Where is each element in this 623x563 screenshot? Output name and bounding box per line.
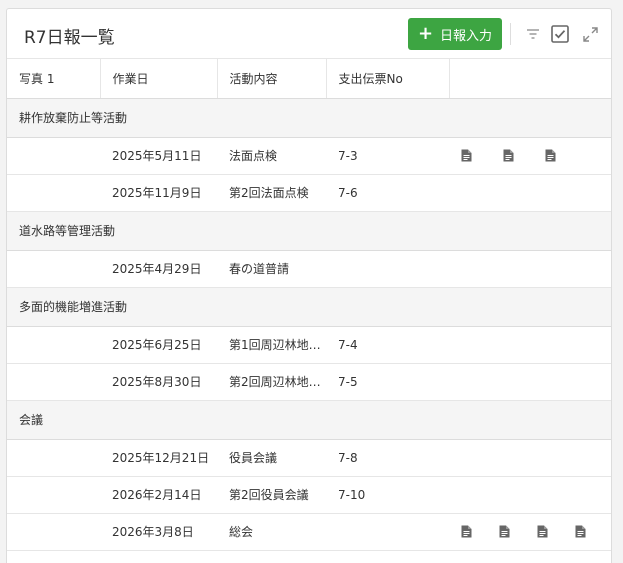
date-cell: 2026年3月8日 [100, 513, 217, 551]
activity-cell: 第2回周辺林地… [217, 363, 326, 401]
date-cell: 2025年4月29日 [100, 250, 217, 288]
document-icon[interactable] [537, 525, 575, 539]
group-label: 耕作放棄防止等活動 [7, 97, 611, 138]
document-icon[interactable] [503, 149, 545, 163]
activity-cell: 第2回法面点検 [217, 174, 326, 212]
voucher-cell: 7-8 [326, 439, 449, 477]
attachment-icons [461, 525, 611, 539]
expand-icon[interactable] [580, 24, 600, 44]
column-header-photo[interactable]: 写真 1 [7, 59, 101, 99]
group-row[interactable]: 道水路等管理活動 [7, 210, 611, 251]
attachments-cell [449, 326, 611, 364]
voucher-cell: 7-6 [326, 174, 449, 212]
document-icon[interactable] [461, 149, 503, 163]
group-row[interactable]: 耕作放棄防止等活動 [7, 97, 611, 138]
attachment-icons [461, 149, 611, 163]
column-header-attachments [449, 59, 611, 99]
voucher-cell [326, 250, 449, 288]
document-icon[interactable] [499, 525, 537, 539]
column-header-activity[interactable]: 活動内容 [217, 59, 327, 99]
activity-cell: 第2回役員会議 [217, 476, 326, 514]
card-header: R7日報一覧 + 日報入力 [7, 9, 611, 59]
table-header-row: 写真 1 作業日 活動内容 支出伝票No [7, 59, 611, 99]
toolbar-divider [510, 23, 511, 45]
attachments-cell [449, 476, 611, 514]
photo-cell [7, 439, 100, 477]
date-cell: 2025年12月21日 [100, 439, 217, 477]
voucher-cell: 7-10 [326, 476, 449, 514]
table-row[interactable]: 2026年3月8日 総会 [7, 513, 611, 551]
voucher-cell: 7-3 [326, 137, 449, 175]
photo-cell [7, 137, 100, 175]
voucher-cell: 7-5 [326, 363, 449, 401]
document-icon[interactable] [575, 525, 611, 539]
table-row[interactable]: 2025年6月25日 第1回周辺林地… 7-4 [7, 326, 611, 364]
photo-cell [7, 250, 100, 288]
date-cell: 2025年5月11日 [100, 137, 217, 175]
date-cell: 2025年8月30日 [100, 363, 217, 401]
voucher-cell: 7-4 [326, 326, 449, 364]
group-label: 道水路等管理活動 [7, 210, 611, 251]
document-icon[interactable] [461, 525, 499, 539]
voucher-cell [326, 513, 449, 551]
group-row[interactable]: 多面的機能増進活動 [7, 286, 611, 327]
document-icon[interactable] [545, 149, 587, 163]
group-label: 会議 [7, 399, 611, 440]
table-row[interactable]: 2025年8月30日 第2回周辺林地… 7-5 [7, 363, 611, 401]
activity-cell: 役員会議 [217, 439, 326, 477]
group-row[interactable]: 会議 [7, 399, 611, 440]
attachments-cell [449, 137, 611, 175]
date-cell: 2025年11月9日 [100, 174, 217, 212]
activity-cell: 法面点検 [217, 137, 326, 175]
add-report-button[interactable]: + 日報入力 [408, 18, 502, 50]
photo-cell [7, 174, 100, 212]
checkbox-icon[interactable] [550, 24, 570, 44]
photo-cell [7, 476, 100, 514]
attachments-cell [449, 250, 611, 288]
table-row[interactable]: 2025年12月21日 役員会議 7-8 [7, 439, 611, 477]
add-report-label: 日報入力 [440, 28, 493, 44]
photo-cell [7, 513, 100, 551]
table-row[interactable]: 2026年2月14日 第2回役員会議 7-10 [7, 476, 611, 514]
date-cell: 2026年2月14日 [100, 476, 217, 514]
group-label: 多面的機能増進活動 [7, 286, 611, 327]
date-cell: 2025年6月25日 [100, 326, 217, 364]
attachments-cell [449, 363, 611, 401]
table-row[interactable]: 2025年5月11日 法面点検 7-3 [7, 137, 611, 175]
activity-cell: 総会 [217, 513, 326, 551]
attachments-cell [449, 174, 611, 212]
attachments-cell [449, 439, 611, 477]
column-header-voucher[interactable]: 支出伝票No [326, 59, 450, 99]
table-row[interactable]: 2025年4月29日 春の道普請 [7, 250, 611, 288]
plus-icon: + [417, 23, 434, 44]
activity-cell: 第1回周辺林地… [217, 326, 326, 364]
table-row[interactable]: 2025年11月9日 第2回法面点検 7-6 [7, 174, 611, 212]
activity-cell: 春の道普請 [217, 250, 326, 288]
filter-icon[interactable] [523, 24, 543, 44]
attachments-cell [449, 513, 611, 551]
report-table: 写真 1 作業日 活動内容 支出伝票No 耕作放棄防止等活動 2025年5月11日… [7, 59, 611, 551]
report-list-card: R7日報一覧 + 日報入力 写真 1 作業日 活動内容 支出伝票No 耕作放棄防… [6, 8, 612, 563]
page-title: R7日報一覧 [24, 28, 115, 48]
column-header-date[interactable]: 作業日 [100, 59, 218, 99]
photo-cell [7, 326, 100, 364]
photo-cell [7, 363, 100, 401]
